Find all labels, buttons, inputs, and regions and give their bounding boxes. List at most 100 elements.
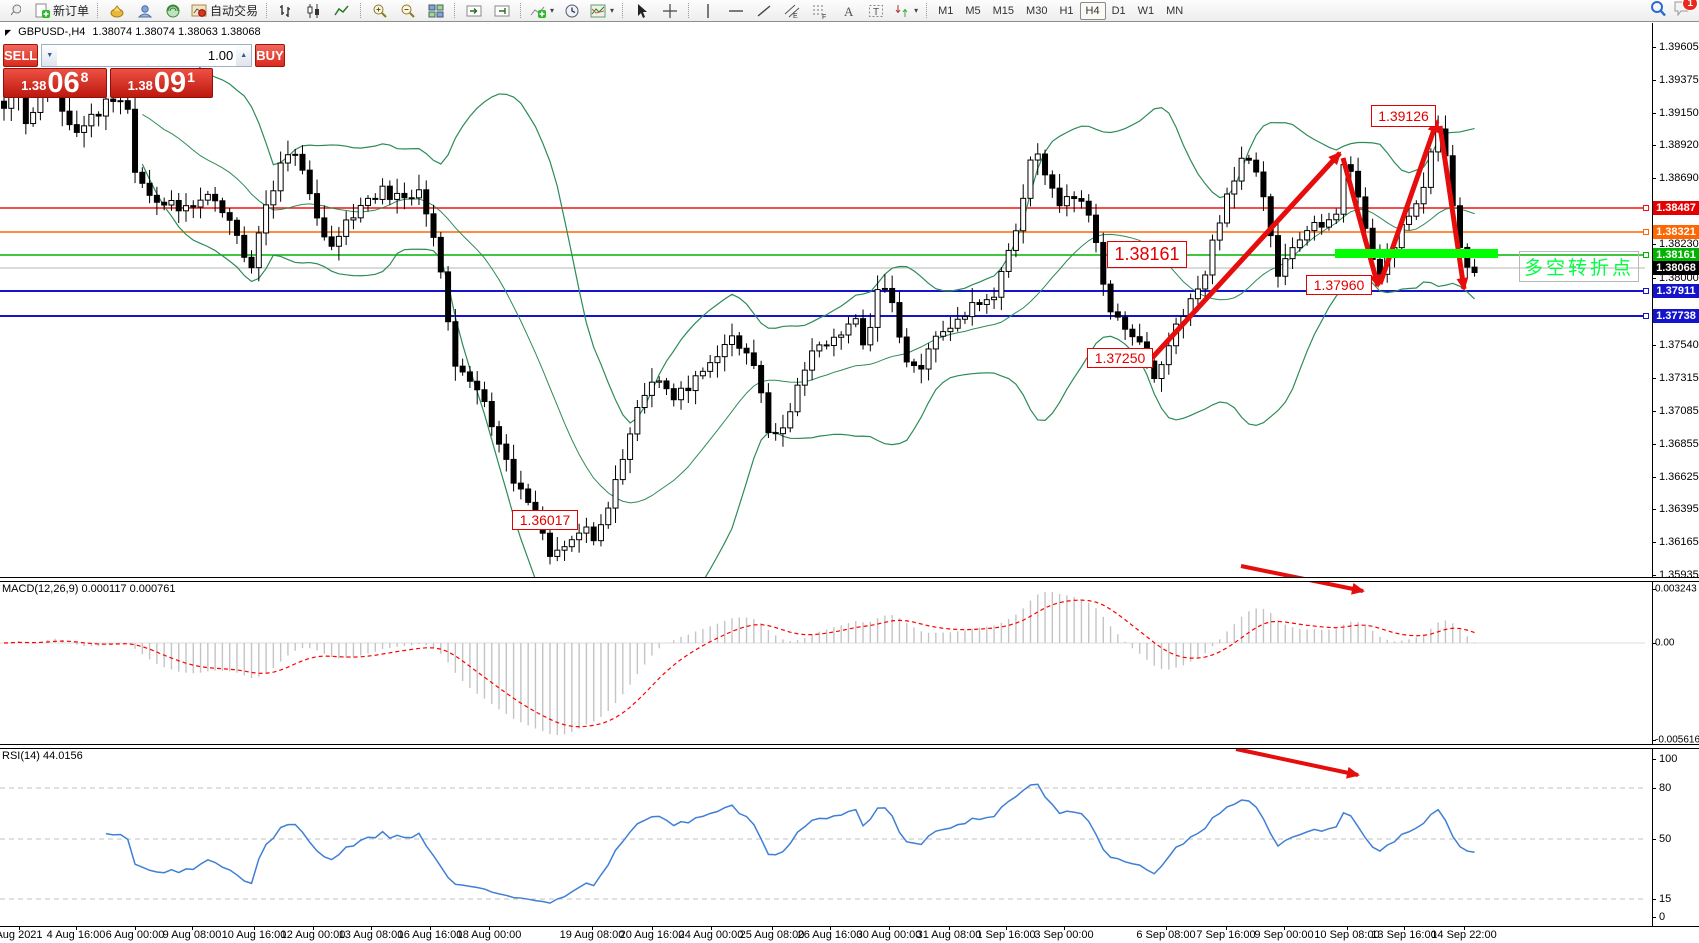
price-axis-tick — [1652, 345, 1656, 346]
time-axis-label: 19 Aug 08:00 — [560, 929, 625, 941]
volume-input[interactable] — [57, 45, 236, 66]
time-axis-label: 6 Aug 00:00 — [106, 929, 165, 941]
signals-button[interactable] — [159, 0, 187, 22]
search-icon[interactable] — [1650, 0, 1667, 22]
line-anchor-square[interactable] — [1643, 288, 1649, 294]
chart-header: ◤ GBPUSD-,H4 1.38074 1.38074 1.38063 1.3… — [5, 26, 261, 38]
gold-button[interactable] — [103, 0, 131, 22]
templates-icon — [590, 3, 606, 19]
price-callout[interactable]: 1.37960 — [1306, 275, 1372, 295]
support-zone-bar[interactable] — [1335, 249, 1498, 258]
zoom-in-icon — [372, 3, 388, 19]
toolbar-separator — [360, 3, 362, 18]
price-callout[interactable]: 1.39126 — [1371, 105, 1436, 127]
rsi-axis-tick — [1652, 839, 1656, 840]
arrows-icon — [894, 3, 910, 19]
timeframe-m15-button[interactable]: M15 — [987, 2, 1020, 20]
price-axis-tick — [1652, 80, 1656, 81]
line-chart-button[interactable] — [328, 0, 356, 22]
dropdown-caret-icon: ▾ — [914, 6, 918, 15]
add-indicator-button[interactable]: ▾ — [526, 0, 558, 22]
price-axis-label: 1.36625 — [1659, 471, 1699, 483]
auto-trading-label: 自动交易 — [210, 2, 258, 19]
line-anchor-square[interactable] — [1643, 252, 1649, 258]
svg-text:E: E — [793, 13, 798, 19]
line-anchor-square[interactable] — [1643, 229, 1649, 235]
rsi-axis-label: 50 — [1659, 833, 1671, 845]
one-click-trading-panel: SELL ▼ ▲ BUY 1.38 06 8 1.38 09 1 — [3, 44, 213, 98]
notifications-icon[interactable]: 1 — [1673, 0, 1691, 21]
buy-price-display[interactable]: 1.38 09 1 — [110, 68, 214, 98]
text-icon: A — [840, 3, 856, 19]
equidistant-channel-button[interactable]: E — [778, 0, 806, 22]
time-axis-label: 9 Sep 00:00 — [1254, 929, 1313, 941]
zoom-in-button[interactable] — [366, 0, 394, 22]
arrows-button[interactable]: ▾ — [890, 0, 922, 22]
volume-decrease-button[interactable]: ▼ — [42, 45, 57, 66]
rsi-axis-label: 0 — [1659, 911, 1665, 923]
time-axis-label: Aug 2021 — [0, 929, 43, 941]
price-callout[interactable]: 1.38161 — [1107, 241, 1187, 268]
fibonacci-button[interactable]: F — [806, 0, 834, 22]
price-axis-label: 1.39150 — [1659, 107, 1699, 119]
chart-shift-button[interactable] — [460, 0, 488, 22]
timeframe-h1-button[interactable]: H1 — [1053, 2, 1079, 20]
chart-fragment-button[interactable] — [2, 0, 30, 22]
timeframe-m5-button[interactable]: M5 — [959, 2, 986, 20]
dropdown-caret-icon: ▾ — [610, 6, 614, 15]
tile-windows-button[interactable] — [422, 0, 450, 22]
cursor-button[interactable] — [628, 0, 656, 22]
new-order-button[interactable]: 新订单 — [30, 0, 93, 22]
trendline-button[interactable] — [750, 0, 778, 22]
crosshair-button[interactable] — [656, 0, 684, 22]
horizontal-line-button[interactable] — [722, 0, 750, 22]
rsi-pane-separator[interactable] — [0, 744, 1699, 749]
turning-point-note[interactable]: 多空转折点 — [1519, 251, 1639, 282]
time-axis-label: 31 Aug 08:00 — [917, 929, 982, 941]
volume-stepper: ▼ ▲ — [41, 44, 252, 67]
sell-button[interactable]: SELL — [3, 44, 38, 67]
timeframe-d1-button[interactable]: D1 — [1106, 2, 1132, 20]
macd-values: 0.000117 0.000761 — [81, 583, 175, 595]
timeframe-m30-button[interactable]: M30 — [1020, 2, 1053, 20]
toolbar-separator — [97, 3, 99, 18]
buy-button[interactable]: BUY — [255, 44, 284, 67]
templates-button[interactable]: ▾ — [586, 0, 618, 22]
price-axis-tick — [1652, 378, 1656, 379]
fibonacci-icon: F — [812, 3, 828, 19]
crosshair-icon — [662, 3, 678, 19]
timeframe-m1-button[interactable]: M1 — [932, 2, 959, 20]
timeframe-mn-button[interactable]: MN — [1160, 2, 1189, 20]
price-axis-label: 1.36855 — [1659, 438, 1699, 450]
timeframe-h4-button[interactable]: H4 — [1080, 2, 1106, 20]
timeframe-w1-button[interactable]: W1 — [1132, 2, 1161, 20]
macd-pane-separator[interactable] — [0, 577, 1699, 582]
vertical-line-button[interactable] — [694, 0, 722, 22]
text-label-button[interactable]: T — [862, 0, 890, 22]
symbol-period-label: GBPUSD-,H4 — [18, 26, 85, 38]
periods-button[interactable] — [558, 0, 586, 22]
toolbar-separator — [520, 3, 522, 18]
auto-trading-button[interactable]: 自动交易 — [187, 0, 262, 22]
price-callout[interactable]: 1.37250 — [1087, 348, 1153, 368]
trend-arrows[interactable] — [1152, 121, 1464, 775]
macd-label: MACD(12,26,9) 0.000117 0.000761 — [2, 583, 175, 595]
time-axis-label: 10 Sep 08:00 — [1314, 929, 1379, 941]
zoom-out-button[interactable] — [394, 0, 422, 22]
chart-fragment-icon — [11, 3, 21, 19]
chart-canvas[interactable] — [0, 0, 1699, 943]
signals-icon — [165, 3, 181, 19]
candle-chart-button[interactable] — [300, 0, 328, 22]
line-anchor-square[interactable] — [1643, 313, 1649, 319]
time-axis-label: 24 Aug 00:00 — [679, 929, 744, 941]
vertical-line-icon — [700, 3, 716, 19]
community-button[interactable] — [131, 0, 159, 22]
line-anchor-square[interactable] — [1643, 205, 1649, 211]
price-callout[interactable]: 1.36017 — [512, 510, 578, 530]
sell-price-display[interactable]: 1.38 06 8 — [3, 68, 107, 98]
volume-increase-button[interactable]: ▲ — [236, 45, 251, 66]
bar-chart-button[interactable] — [272, 0, 300, 22]
text-button[interactable]: A — [834, 0, 862, 22]
toolbar-separator — [454, 3, 456, 18]
chart-autoscroll-button[interactable] — [488, 0, 516, 22]
